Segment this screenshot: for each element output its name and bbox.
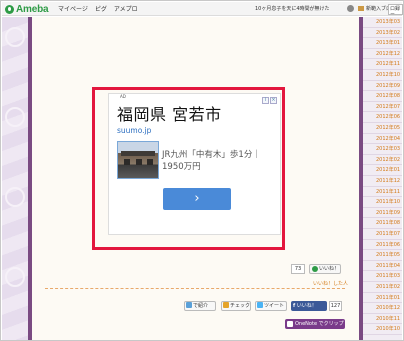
archive-month-link[interactable]: 2013年02: [363, 28, 402, 39]
onenote-icon: [287, 321, 293, 327]
like-label: いいね！: [319, 266, 340, 272]
ad-choices: i ×: [261, 97, 277, 104]
tweet-button[interactable]: ツイート: [255, 301, 287, 311]
swirl-decoration: [5, 27, 25, 47]
ameba-logo[interactable]: Ameba: [5, 3, 49, 15]
archive-month-link[interactable]: 2011年12: [363, 176, 402, 187]
ad-banner[interactable]: AD i × 福岡県 宮若市 suumo.jp JR九州「中有木」歩1分｜195…: [108, 93, 281, 235]
pen-icon: [358, 6, 364, 11]
archive-month-link[interactable]: 2012年05: [363, 123, 402, 134]
archive-month-link[interactable]: 2011年11: [363, 187, 402, 198]
archive-month-link[interactable]: 2013年01: [363, 38, 402, 49]
archive-month-link[interactable]: 2010年12: [363, 303, 402, 314]
left-decoration: [2, 17, 28, 340]
archive-month-link[interactable]: 2012年09: [363, 81, 402, 92]
archive-month-link[interactable]: 2012年04: [363, 134, 402, 145]
divider: [45, 288, 345, 289]
nav-pigg[interactable]: ピグ: [95, 4, 107, 13]
gear-icon[interactable]: [347, 5, 354, 12]
ad-url[interactable]: suumo.jp: [117, 126, 151, 135]
like-count: 73: [291, 264, 305, 274]
archive-sidebar: 2013年03 2013年02 2013年01 2012年12 2012年11 2012年…: [363, 17, 402, 340]
twitter-icon: [257, 302, 263, 308]
archive-month-link[interactable]: 2012年08: [363, 91, 402, 102]
archive-month-link[interactable]: 2012年12: [363, 49, 402, 60]
tweet-label: ツイート: [264, 303, 285, 309]
like-icon: [312, 266, 318, 272]
check-icon: [223, 302, 229, 308]
login-tab[interactable]: ロ録ロ: [388, 4, 403, 15]
onenote-clip-button[interactable]: OneNote でクリップ: [285, 319, 345, 329]
onenote-label: OneNote でクリップ: [295, 321, 344, 327]
archive-month-link[interactable]: 2011年04: [363, 261, 402, 272]
archive-month-link[interactable]: 2012年11: [363, 59, 402, 70]
facebook-icon: f: [293, 303, 296, 309]
archive-month-link[interactable]: 2011年07: [363, 229, 402, 240]
archive-month-link[interactable]: 2011年10: [363, 197, 402, 208]
chevron-right-icon: ›: [194, 191, 200, 206]
introduce-button[interactable]: で紹介: [184, 301, 216, 311]
archive-month-link[interactable]: 2010年10: [363, 324, 402, 335]
liked-users-link[interactable]: いいね！した人: [313, 280, 348, 287]
ad-label: AD: [120, 94, 126, 99]
archive-month-link[interactable]: 2013年03: [363, 17, 402, 28]
ameba-logo-icon: [5, 4, 14, 14]
header-nav: マイページ ピグ アメプロ: [58, 4, 145, 13]
facebook-like-button[interactable]: f いいね！: [291, 301, 327, 311]
check-label: チェック: [230, 303, 251, 309]
house-window: [124, 159, 130, 165]
house-window: [136, 159, 142, 165]
archive-month-link[interactable]: 2011年01: [363, 293, 402, 304]
info-icon[interactable]: i: [262, 97, 269, 104]
close-icon[interactable]: ×: [270, 97, 277, 104]
archive-month-link[interactable]: 2012年02: [363, 155, 402, 166]
swirl-decoration: [5, 267, 25, 287]
ad-description[interactable]: JR九州「中有木」歩1分｜1950万円: [162, 149, 272, 173]
ad-title[interactable]: 福岡県 宮若市: [117, 101, 222, 125]
archive-month-link[interactable]: 2011年03: [363, 271, 402, 282]
ad-cta-button[interactable]: ›: [163, 188, 231, 210]
archive-month-link[interactable]: 2011年09: [363, 208, 402, 219]
archive-month-link[interactable]: 2011年06: [363, 240, 402, 251]
house-window: [147, 159, 153, 165]
archive-month-link[interactable]: 2012年07: [363, 102, 402, 113]
introduce-icon: [186, 302, 192, 308]
ameba-header: Ameba マイページ ピグ アメプロ 10ヶ月息子を天に4時間が無けた 新範入…: [2, 2, 403, 16]
house-thumbnail[interactable]: [117, 141, 159, 179]
archive-month-link[interactable]: 2012年01: [363, 165, 402, 176]
swirl-decoration: [5, 187, 25, 207]
archive-month-link[interactable]: 2012年06: [363, 112, 402, 123]
swirl-decoration: [5, 107, 25, 127]
browser-frame: Ameba マイページ ピグ アメプロ 10ヶ月息子を天に4時間が無けた 新範入…: [0, 0, 404, 341]
introduce-label: で紹介: [193, 303, 209, 309]
nav-mypage[interactable]: マイページ: [58, 4, 88, 13]
facebook-like-label: いいね！: [296, 303, 317, 309]
archive-month-link[interactable]: 2012年10: [363, 70, 402, 81]
like-button[interactable]: いいね！: [309, 264, 341, 274]
archive-month-link[interactable]: 2012年03: [363, 144, 402, 155]
facebook-like-count: 127: [329, 301, 342, 311]
archive-month-link[interactable]: 2011年05: [363, 250, 402, 261]
header-news-ticker[interactable]: 10ヶ月息子を天に4時間が無けた: [255, 5, 330, 12]
nav-amepro[interactable]: アメプロ: [114, 4, 138, 13]
house-roof: [121, 151, 155, 156]
archive-month-link[interactable]: 2010年11: [363, 314, 402, 325]
check-button[interactable]: チェック: [221, 301, 251, 311]
archive-month-link[interactable]: 2011年08: [363, 218, 402, 229]
archive-month-link[interactable]: 2011年02: [363, 282, 402, 293]
